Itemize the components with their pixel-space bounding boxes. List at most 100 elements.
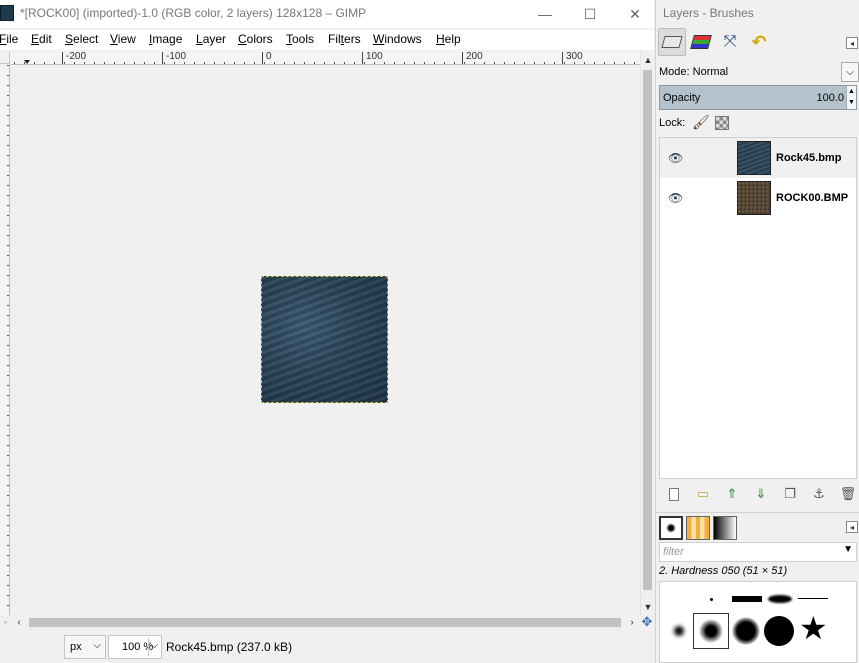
channels-icon (690, 35, 712, 49)
minimize-button[interactable]: — (522, 0, 568, 28)
menu-windows[interactable]: Windows (373, 32, 422, 46)
new-layer-group-icon[interactable]: ▭ (694, 485, 712, 503)
status-bar: px ⌵ 100 % ⌵ Rock45.bmp (237.0 kB) (0, 632, 654, 663)
tab-paths[interactable]: ⤧ (716, 28, 744, 56)
vertical-ruler[interactable] (0, 65, 10, 615)
brush-item[interactable] (798, 598, 828, 599)
lock-label: Lock: (659, 117, 686, 129)
ruler-label: 200 (462, 52, 483, 64)
brush-item[interactable] (674, 626, 684, 636)
duplicate-layer-icon[interactable]: ❐ (781, 485, 799, 503)
maximize-button[interactable]: ☐ (567, 0, 613, 28)
lock-pixels-brush-icon[interactable]: 🖌 (692, 114, 710, 131)
undo-history-icon: ↶ (751, 31, 767, 52)
menu-help[interactable]: Help (436, 32, 461, 46)
brush-item-selected[interactable] (693, 613, 729, 649)
tab-layers[interactable] (658, 28, 686, 56)
menu-select[interactable]: Select (65, 32, 98, 46)
close-icon: ✕ (629, 5, 641, 22)
menu-view[interactable]: View (110, 32, 136, 46)
raise-layer-icon[interactable]: ⇑ (723, 485, 741, 503)
chevron-down-icon[interactable]: ⌵ (148, 638, 160, 656)
layer-mode-row: Mode: Normal ⌵ (656, 60, 859, 84)
window-title: *[ROCK00] (imported)-1.0 (RGB color, 2 l… (20, 6, 367, 20)
zoom-select[interactable]: 100 % ⌵ (108, 635, 162, 659)
layer-name: ROCK00.BMP (776, 192, 849, 204)
dock-title: Layers - Brushes (663, 6, 754, 20)
brush-item[interactable] (732, 596, 762, 602)
layer-thumbnail (737, 181, 771, 215)
layer-mode-dropdown[interactable]: ⌵ (841, 62, 859, 82)
menu-tools[interactable]: Tools (286, 32, 314, 46)
opacity-slider[interactable]: Opacity 100.0 ▲ ▼ (659, 85, 857, 110)
layers-icon (661, 36, 683, 48)
brush-item[interactable] (764, 616, 794, 646)
navigate-icon[interactable]: ✥ (640, 614, 654, 630)
menu-filters[interactable]: Filters (328, 32, 361, 46)
menu-layer[interactable]: Layer (196, 32, 226, 46)
anchor-layer-icon[interactable]: ⚓ (810, 485, 828, 503)
star-brush-icon[interactable]: ★ (799, 610, 828, 646)
lock-row: Lock: 🖌 (659, 114, 857, 134)
lower-layer-icon[interactable]: ⇓ (752, 485, 770, 503)
scroll-left-arrow-icon[interactable]: ‹ (11, 614, 27, 630)
menu-image[interactable]: Image (149, 32, 182, 46)
layer-row[interactable]: 👁 ROCK00.BMP (660, 178, 856, 218)
canvas-area[interactable] (11, 65, 640, 615)
layer-list: 👁 Rock45.bmp 👁 ROCK00.BMP (659, 137, 857, 479)
ruler-label: 100 (362, 52, 383, 64)
image-window: *[ROCK00] (imported)-1.0 (RGB color, 2 l… (0, 0, 654, 663)
horizontal-ruler[interactable]: -200 -100 0 100 200 300 (10, 52, 640, 65)
new-layer-icon[interactable] (665, 485, 683, 503)
layer-row[interactable]: 👁 Rock45.bmp (660, 138, 856, 178)
scroll-up-arrow-icon[interactable]: ▲ (641, 52, 655, 68)
eye-icon[interactable]: 👁 (668, 151, 683, 165)
eye-icon[interactable]: 👁 (668, 191, 683, 205)
tab-undo-history[interactable]: ↶ (745, 28, 773, 56)
vertical-scroll-thumb[interactable] (643, 70, 652, 590)
scroll-down-arrow-icon[interactable]: ▼ (641, 599, 655, 615)
quick-mask-toggle-icon[interactable]: ◦ (0, 614, 11, 630)
tab-brushes[interactable] (659, 516, 683, 540)
vertical-scrollbar[interactable]: ▲ ▼ (640, 52, 654, 615)
chevron-down-icon[interactable]: ▼ (843, 544, 853, 555)
brush-item[interactable] (768, 595, 792, 603)
brush-item[interactable] (710, 598, 713, 601)
scroll-right-arrow-icon[interactable]: › (624, 614, 640, 630)
delete-layer-icon[interactable]: 🗑 (839, 485, 857, 503)
opacity-spinner[interactable]: ▲ ▼ (846, 86, 856, 109)
brush-item[interactable] (732, 617, 760, 645)
selected-brush-name: 2. Hardness 050 (51 × 51) (659, 565, 788, 577)
menu-colors[interactable]: Colors (238, 32, 273, 46)
tab-patterns[interactable] (686, 516, 710, 540)
horizontal-scrollbar[interactable]: ‹ › (11, 614, 640, 630)
menu-edit[interactable]: Edit (31, 32, 52, 46)
tab-channels[interactable] (687, 28, 715, 56)
panel-menu-button[interactable]: ◂ (846, 521, 858, 533)
maximize-icon: ☐ (583, 5, 597, 22)
ruler-label: 0 (262, 52, 272, 64)
brush-grid[interactable]: ★ (659, 581, 857, 663)
panel-menu-icon: ◂ (849, 38, 854, 48)
opacity-label: Opacity (663, 92, 701, 104)
horizontal-scroll-thumb[interactable] (29, 618, 621, 627)
menu-file[interactable]: File (0, 32, 18, 46)
chevron-down-icon: ⌵ (93, 640, 101, 651)
layer-mode-value: Normal (692, 66, 729, 78)
panel-menu-icon: ◂ (849, 522, 854, 532)
ruler-label: 300 (562, 52, 583, 64)
chevron-down-icon: ⌵ (846, 66, 854, 78)
layers-brushes-dock: Layers - Brushes ⤧ ↶ ◂ Mode: Normal ⌵ Op… (655, 0, 859, 663)
brush-tab-bar: ◂ (656, 512, 859, 540)
lock-alpha-checker-icon[interactable] (715, 116, 729, 130)
close-button[interactable]: ✕ (612, 0, 658, 28)
tab-gradients[interactable] (713, 516, 737, 540)
image-canvas-rock45[interactable] (261, 276, 388, 403)
layer-toolbar: ▭ ⇑ ⇓ ❐ ⚓ 🗑 (659, 483, 857, 505)
unit-select[interactable]: px ⌵ (64, 635, 106, 659)
pointer-position-marker (24, 60, 30, 64)
ruler-corner[interactable] (0, 52, 10, 64)
brush-filter-combo[interactable]: filter ▼ (659, 542, 857, 562)
filter-input[interactable]: filter (663, 546, 684, 558)
panel-menu-button[interactable]: ◂ (846, 37, 858, 49)
